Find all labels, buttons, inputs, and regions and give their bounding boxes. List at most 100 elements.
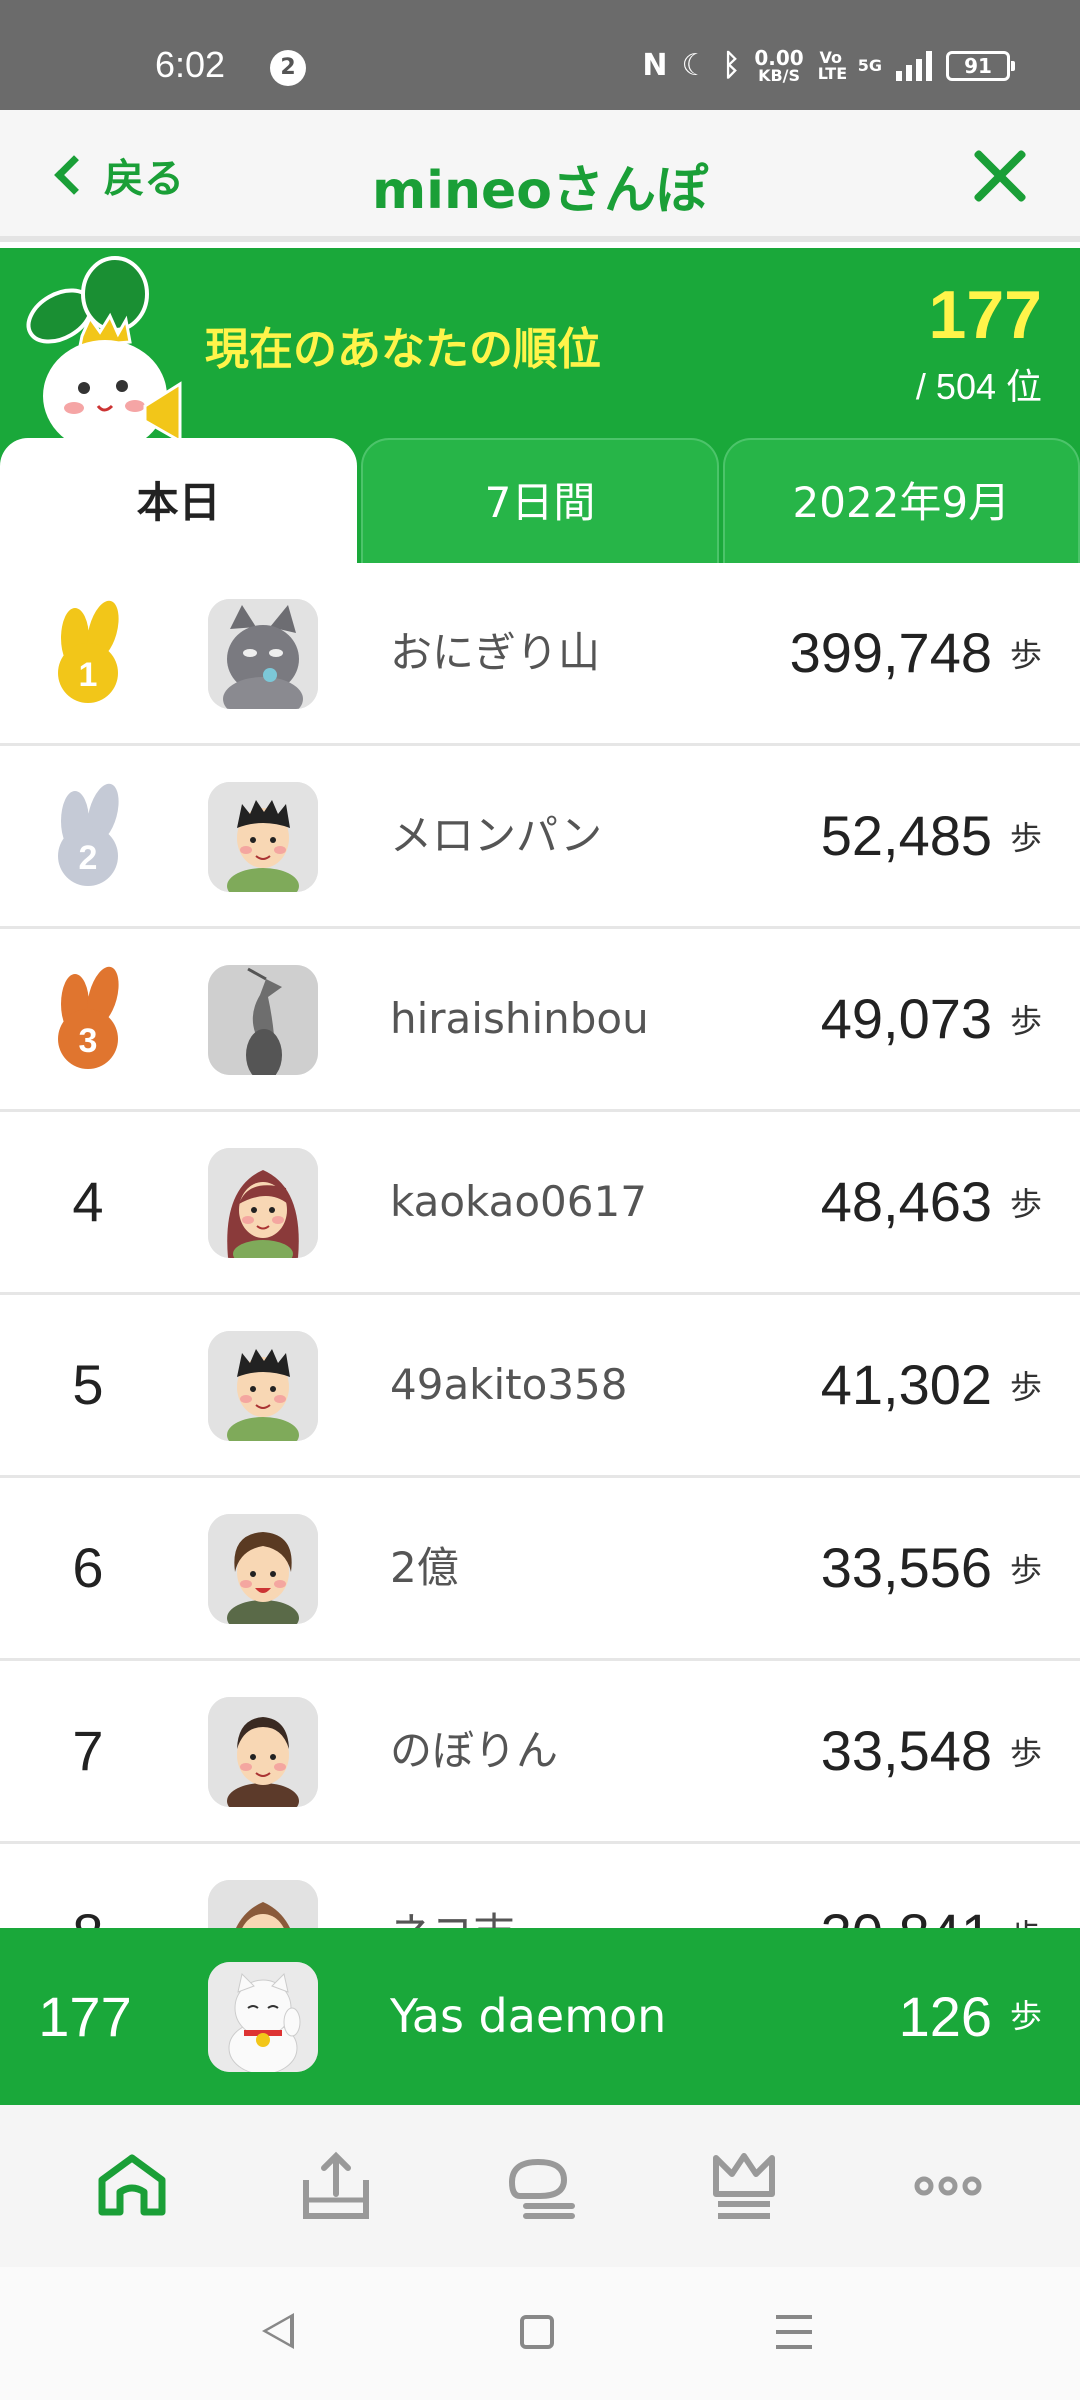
status-bar: 6:02 2 N ☾ ᛒ 0.00 KB/S Vo LTE 5G 91: [0, 0, 1080, 110]
gold-medal-icon: 1: [58, 600, 119, 703]
woman-avatar-icon: [208, 1880, 318, 1928]
tab-month[interactable]: 2022年9月: [722, 438, 1080, 563]
your-rank-label: 現在のあなたの順位: [205, 324, 601, 375]
avatar: [208, 965, 318, 1075]
bronze-medal-icon: 3: [58, 966, 119, 1069]
user-name: のぼりん: [390, 1726, 559, 1775]
user-name: 2億: [390, 1543, 459, 1592]
step-unit: 歩: [1009, 1185, 1042, 1223]
heron-avatar-icon: [208, 965, 318, 1075]
svg-text:3: 3: [79, 1022, 98, 1060]
man-avatar-icon: [208, 1514, 318, 1624]
rank-number: 6: [72, 1536, 104, 1599]
app-header: 戻る mineoさんぽ: [0, 110, 1080, 242]
ranking-row[interactable]: 3 hiraishinbou 49,073 歩: [0, 929, 1080, 1112]
svg-text:1: 1: [79, 656, 98, 694]
user-name: ネコ吉: [390, 1844, 515, 1928]
my-avatar: [208, 1962, 318, 2072]
ranking-row[interactable]: 1 おにぎり山 399,748 歩: [0, 563, 1080, 746]
my-step-count: 126: [898, 1985, 992, 2048]
step-unit: 歩: [1009, 1368, 1042, 1406]
my-rank-bar[interactable]: 177 Yas daemon 126 歩: [0, 1928, 1080, 2105]
man-avatar-icon: [208, 782, 318, 892]
lucky-cat-avatar-icon: [208, 1962, 318, 2072]
network-speed: 0.00 KB/S: [754, 46, 804, 85]
tab-today[interactable]: 本日: [0, 438, 358, 563]
man-avatar-icon: [208, 1697, 318, 1807]
avatar: [208, 1880, 318, 1928]
user-name: hiraishinbou: [390, 994, 649, 1043]
moon-icon: ☾: [681, 48, 709, 83]
your-rank-value: 177: [928, 277, 1042, 353]
mascot-icon: [26, 256, 182, 452]
ranking-row[interactable]: 8 ネコ吉 30,841 歩: [0, 1844, 1080, 1928]
ranking-row[interactable]: 4 kaokao0617 48,463 歩: [0, 1112, 1080, 1295]
step-count: 52,485: [820, 804, 992, 867]
signal-icon: [896, 51, 932, 81]
step-count: 33,556: [820, 1536, 992, 1599]
rank-number: 8: [40, 1844, 136, 1928]
ranking-row[interactable]: 5 49akito358 41,302 歩: [0, 1295, 1080, 1478]
period-tabs: 本日 7日間 2022年9月: [0, 438, 1080, 563]
svg-text:2: 2: [79, 839, 98, 877]
status-icons: N ☾ ᛒ 0.00 KB/S Vo LTE 5G 91: [642, 44, 1015, 88]
bottom-navigation: [0, 2105, 1080, 2267]
silver-medal-icon: 2: [58, 783, 119, 886]
step-count: 33,548: [820, 1719, 992, 1782]
step-unit: 歩: [1009, 636, 1042, 674]
home-icon[interactable]: [92, 2146, 172, 2226]
man-avatar-icon: [208, 1331, 318, 1441]
step-count: 399,748: [789, 621, 992, 684]
battery-icon: 91: [946, 51, 1015, 81]
network-type: 5G: [857, 56, 882, 75]
step-unit: 歩: [1009, 1551, 1042, 1589]
ranking-row[interactable]: 2 メロンパン 52,485 歩: [0, 746, 1080, 929]
avatar: [208, 599, 318, 709]
woman-avatar-icon: [208, 1148, 318, 1258]
user-name: kaokao0617: [390, 1177, 647, 1226]
system-back-icon[interactable]: [262, 2313, 294, 2349]
bluetooth-icon: ᛒ: [722, 48, 741, 83]
ranking-row[interactable]: 7 のぼりん 33,548 歩: [0, 1661, 1080, 1844]
step-count: 49,073: [820, 987, 992, 1050]
cat-avatar-icon: [208, 599, 318, 709]
notification-count-badge: 2: [270, 50, 306, 86]
rank-number: 7: [72, 1719, 104, 1782]
avatar: [208, 1697, 318, 1807]
step-unit: 歩: [1009, 1734, 1042, 1772]
rank-number: 5: [72, 1353, 104, 1416]
ranking-row[interactable]: 6 2億 33,556 歩: [0, 1478, 1080, 1661]
step-unit: 歩: [1009, 1002, 1042, 1040]
avatar: [208, 1514, 318, 1624]
step-count: 48,463: [820, 1170, 992, 1233]
avatar: [208, 782, 318, 892]
page-title: mineoさんぽ: [371, 161, 709, 221]
my-user-name: Yas daemon: [390, 1989, 667, 2043]
my-rank-number: 177: [38, 1985, 132, 2048]
user-name: おにぎり山: [390, 628, 601, 677]
rank-number: 4: [72, 1170, 104, 1233]
system-home-icon[interactable]: [520, 2315, 554, 2349]
nfc-icon: N: [642, 48, 668, 83]
close-icon[interactable]: [970, 146, 1030, 206]
chat-icon[interactable]: [500, 2146, 580, 2226]
step-count: 30,841: [821, 1844, 992, 1928]
volte-icon: Vo LTE: [817, 48, 848, 83]
system-menu-icon[interactable]: [776, 2315, 812, 2349]
step-unit: 歩: [1010, 1844, 1042, 1928]
step-count: 41,302: [820, 1353, 992, 1416]
total-participants: / 504 位: [915, 366, 1042, 407]
upload-tray-icon[interactable]: [296, 2146, 376, 2226]
avatar: [208, 1331, 318, 1441]
user-name: 49akito358: [390, 1360, 628, 1409]
avatar: [208, 1148, 318, 1258]
step-unit: 歩: [1009, 819, 1042, 857]
status-time: 6:02: [155, 44, 226, 85]
tab-7days[interactable]: 7日間: [361, 438, 719, 563]
more-icon[interactable]: [908, 2146, 988, 2226]
ranking-list[interactable]: 1 おにぎり山 399,748 歩 2 メロンパン 52,485 歩 3 hir…: [0, 563, 1080, 1928]
system-navigation: [0, 2267, 1080, 2400]
my-step-unit: 歩: [1009, 1997, 1042, 2035]
crown-ranking-icon[interactable]: [704, 2146, 784, 2226]
user-name: メロンパン: [390, 811, 603, 860]
